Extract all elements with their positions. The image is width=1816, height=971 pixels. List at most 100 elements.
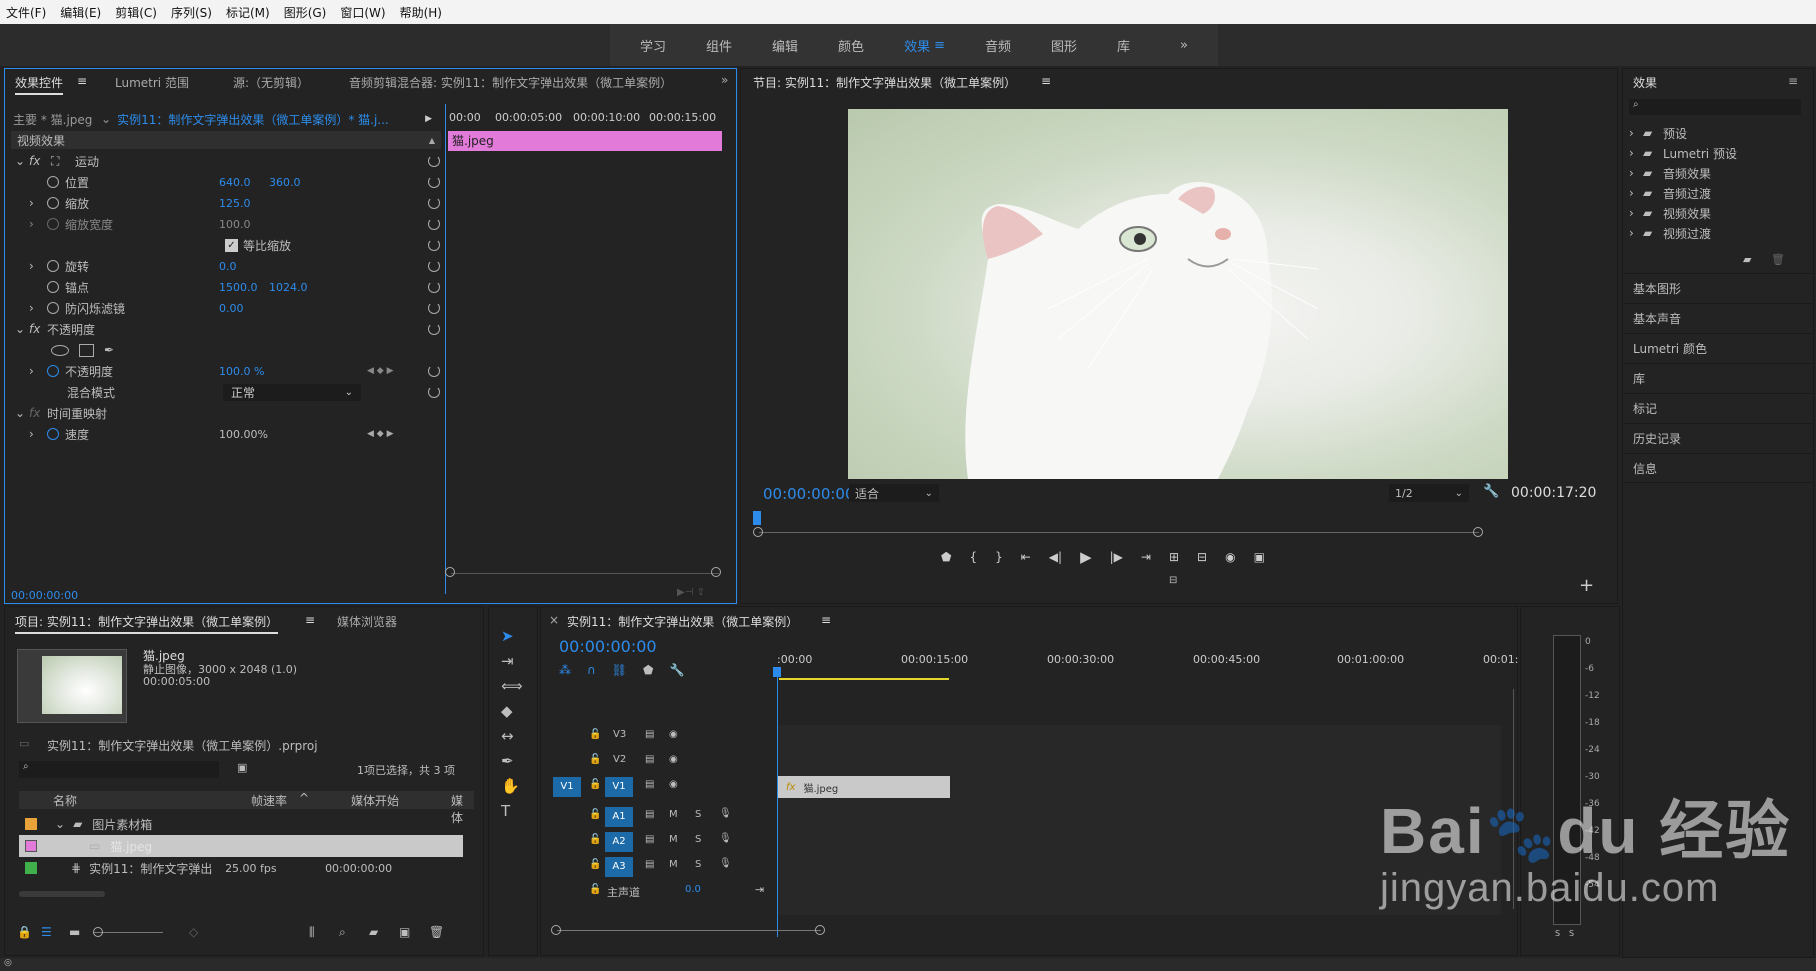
project-scrollbar[interactable]: [19, 891, 105, 897]
master-volume[interactable]: 0.0: [685, 884, 701, 895]
reset-icon[interactable]: [428, 386, 440, 398]
lock-icon[interactable]: 🔓: [589, 884, 601, 895]
tab-project[interactable]: 项目: 实例11：制作文字弹出效果（微工单案例）: [15, 613, 279, 634]
timeline-timecode[interactable]: 00:00:00:00: [559, 637, 657, 656]
mark-out-icon[interactable]: }: [995, 550, 1003, 564]
nest-icon[interactable]: ⁂: [559, 663, 571, 677]
effects-search-input[interactable]: ⌕: [1629, 99, 1801, 115]
chevron-right-icon[interactable]: ›: [29, 364, 47, 378]
stopwatch-icon[interactable]: [47, 197, 59, 209]
fx-icon[interactable]: fx: [29, 322, 47, 336]
type-tool-icon[interactable]: T: [501, 802, 523, 820]
timeline-clip[interactable]: fx 猫.jpeg: [778, 776, 950, 798]
panel-info[interactable]: 信息: [1623, 453, 1813, 483]
zoom-slider[interactable]: [93, 926, 163, 937]
anchor-y-value[interactable]: 1024.0: [269, 281, 308, 294]
timeline-menu-icon[interactable]: ≡: [821, 613, 831, 627]
flicker-value[interactable]: 0.00: [219, 302, 244, 315]
blend-mode-select[interactable]: 正常 ⌄: [223, 383, 361, 401]
speed-value[interactable]: 100.00%: [219, 428, 367, 441]
col-framerate[interactable]: 帧速率: [251, 792, 287, 809]
mute-icon[interactable]: M: [669, 809, 678, 820]
snap-icon[interactable]: ∩: [587, 663, 596, 677]
film-icon[interactable]: ▤: [645, 779, 654, 790]
col-media-start[interactable]: 媒体开始: [351, 792, 399, 809]
menu-clip[interactable]: 剪辑(C): [115, 4, 157, 21]
position-y-value[interactable]: 360.0: [269, 176, 301, 189]
lock-icon[interactable]: 🔓: [589, 809, 601, 820]
keyframe-nav-icon[interactable]: ◀ ◆ ▶: [367, 366, 394, 376]
ripple-edit-icon[interactable]: ⟺: [501, 677, 523, 695]
camera-icon[interactable]: ◉: [1225, 550, 1235, 564]
ws-learn[interactable]: 学习: [640, 36, 666, 55]
razor-icon[interactable]: ◆: [501, 702, 523, 720]
opacity-value[interactable]: 100.0 %: [219, 365, 367, 378]
ws-audio[interactable]: 音频: [985, 36, 1011, 55]
col-name[interactable]: 名称: [53, 792, 77, 809]
tab-lumetri-scopes[interactable]: Lumetri 范围: [115, 74, 189, 91]
eye-icon[interactable]: ◉: [669, 754, 678, 765]
reset-icon[interactable]: [428, 176, 440, 188]
label-color[interactable]: [25, 840, 37, 852]
track-label[interactable]: A2: [605, 832, 633, 852]
program-timecode[interactable]: 00:00:00:00: [763, 485, 855, 503]
ws-libraries[interactable]: 库: [1117, 36, 1130, 55]
play-only-icon[interactable]: ▶: [425, 114, 432, 124]
menu-markers[interactable]: 标记(M): [226, 4, 270, 21]
menu-file[interactable]: 文件(F): [6, 4, 46, 21]
ec-tab-menu-icon[interactable]: ≡: [77, 74, 87, 88]
program-zoom-handle[interactable]: [1473, 527, 1483, 537]
program-playhead[interactable]: [753, 511, 761, 525]
icon-view-icon[interactable]: ▬: [69, 925, 93, 939]
menu-help[interactable]: 帮助(H): [400, 4, 442, 21]
keyframe-nav-icon[interactable]: ◀ ◆ ▶: [367, 429, 394, 439]
close-icon[interactable]: ×: [549, 613, 559, 627]
delete-icon[interactable]: 🗑: [429, 925, 459, 939]
uniform-scale-checkbox[interactable]: ✓: [225, 238, 238, 252]
stopwatch-icon[interactable]: [47, 428, 59, 440]
new-bin-icon[interactable]: ▰: [369, 925, 399, 939]
track-label[interactable]: V1: [605, 777, 633, 797]
fit-select[interactable]: 适合 ⌄: [849, 484, 939, 502]
ws-editing[interactable]: 编辑: [772, 36, 798, 55]
solo-icon[interactable]: S: [695, 834, 701, 845]
panel-lumetri-color[interactable]: Lumetri 颜色: [1623, 333, 1813, 363]
step-back-icon[interactable]: ◀|: [1049, 550, 1062, 564]
ec-sequence-clip[interactable]: 实例11：制作文字弹出效果（微工单案例）* 猫.j...: [117, 111, 417, 128]
ec-overflow-icon[interactable]: »: [721, 73, 728, 87]
project-row-sequence[interactable]: ⋕ 实例11：制作文字弹出 25.00 fps 00:00:00:00: [19, 857, 463, 879]
solo-icon[interactable]: S: [695, 809, 701, 820]
lock-icon[interactable]: 🔓: [589, 859, 601, 870]
new-bin-icon[interactable]: ▰: [1743, 253, 1751, 266]
film-icon[interactable]: ▤: [645, 729, 654, 740]
pen-tool-icon[interactable]: ✒: [501, 752, 523, 770]
sync-lock-icon[interactable]: ▤: [645, 859, 654, 870]
mute-icon[interactable]: M: [669, 834, 678, 845]
ec-zoom-handle[interactable]: [711, 567, 721, 577]
chevron-right-icon[interactable]: ›: [29, 217, 47, 231]
chevron-right-icon[interactable]: ›: [29, 427, 47, 441]
program-scrub-bar[interactable]: [759, 532, 1479, 533]
tab-media-browser[interactable]: 媒体浏览器: [337, 613, 397, 630]
film-icon[interactable]: ▤: [645, 754, 654, 765]
reset-icon[interactable]: [428, 365, 440, 377]
selection-tool-icon[interactable]: ➤: [501, 627, 523, 645]
wrench-icon[interactable]: 🔧: [1483, 484, 1499, 499]
chevron-right-icon[interactable]: ›: [29, 196, 47, 210]
playhead-handle[interactable]: [773, 667, 781, 677]
chevron-right-icon[interactable]: ›: [29, 301, 47, 315]
ws-overflow-icon[interactable]: »: [1180, 38, 1188, 53]
go-to-end-icon[interactable]: ⇥: [755, 883, 764, 896]
stopwatch-icon[interactable]: [47, 260, 59, 272]
ec-export-icons[interactable]: ▶⊣ ⇪: [677, 587, 705, 598]
slip-tool-icon[interactable]: ↔: [501, 727, 523, 745]
extract-icon[interactable]: ⊟: [1197, 550, 1207, 564]
find-icon[interactable]: ⌕: [339, 925, 369, 940]
timeline-ruler[interactable]: :00:00 00:00:15:00 00:00:30:00 00:00:45:…: [777, 653, 1518, 675]
chevron-down-icon[interactable]: ⌄: [15, 154, 29, 168]
lift-icon[interactable]: ⊞: [1169, 550, 1179, 564]
sync-lock-icon[interactable]: ▤: [645, 834, 654, 845]
step-forward-icon[interactable]: |▶: [1110, 550, 1123, 564]
track-label[interactable]: A1: [605, 807, 633, 827]
track-select-icon[interactable]: ⇥: [501, 652, 523, 670]
